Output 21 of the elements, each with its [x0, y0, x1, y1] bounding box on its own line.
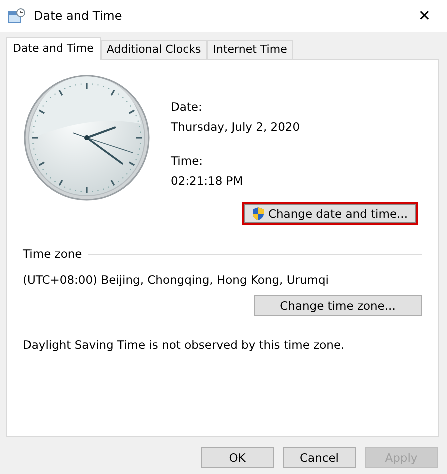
close-icon[interactable]: ✕ — [410, 7, 439, 25]
shield-icon — [252, 206, 266, 220]
minute-hand — [86, 137, 124, 165]
section-heading: Time zone — [23, 247, 82, 261]
dst-note: Daylight Saving Time is not observed by this time zone. — [23, 338, 346, 352]
dialog-button[interactable]: OK — [201, 447, 274, 468]
date-label: Date: — [171, 100, 204, 114]
tab[interactable]: Additional Clocks — [100, 40, 208, 59]
time-label: Time: — [171, 154, 204, 168]
window-title: Date and Time — [34, 9, 124, 23]
hour-hand — [86, 126, 116, 139]
change-date-time-button[interactable]: Change date and time... — [242, 202, 418, 225]
second-hand — [86, 138, 134, 154]
time-zone-value: (UTC+08:00) Beijing, Chongqing, Hong Kong, Urumqi — [23, 273, 330, 287]
tab[interactable]: Date and Time — [6, 37, 101, 60]
dialog-button[interactable]: Cancel — [283, 447, 356, 468]
time-value: 02:21:18 PM — [171, 174, 244, 188]
calendar-clock-icon — [8, 8, 26, 24]
tab[interactable]: Internet Time — [207, 40, 294, 59]
change-time-zone-button[interactable]: Change time zone... — [254, 295, 422, 316]
date-value: Thursday, July 2, 2020 — [171, 120, 302, 134]
